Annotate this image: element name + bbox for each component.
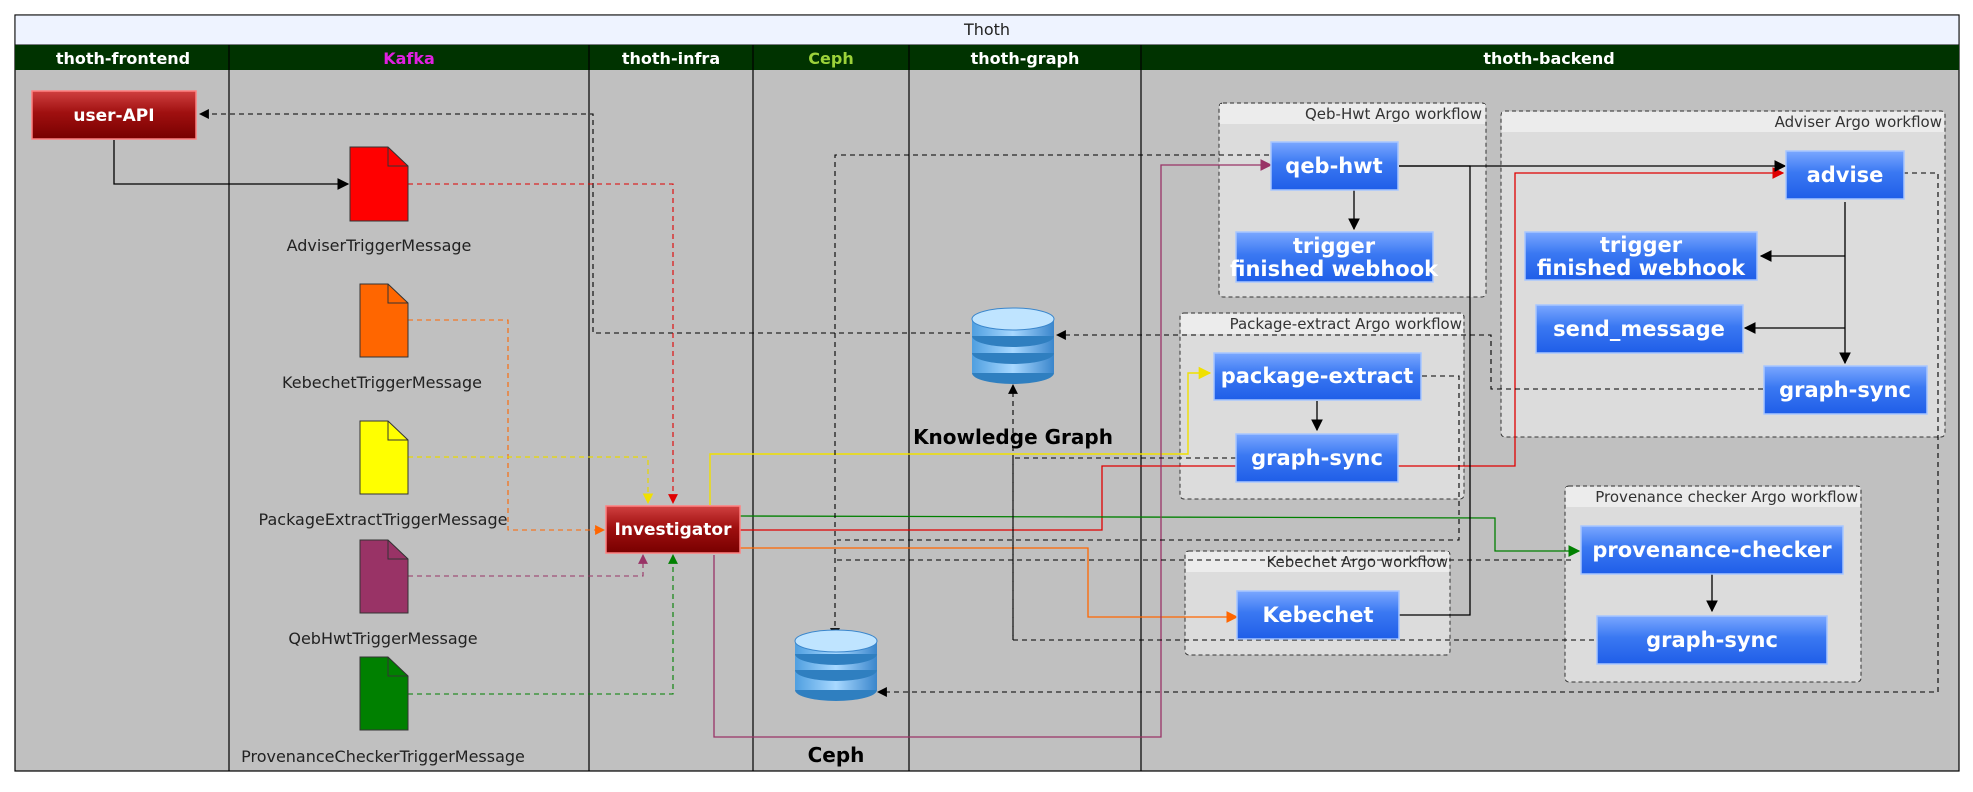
package-extract-graph-sync-label: graph-sync (1251, 446, 1383, 470)
message-label: QebHwtTriggerMessage (288, 629, 477, 648)
send-message-node[interactable]: send_message (1535, 304, 1744, 354)
advise-node[interactable]: advise (1785, 150, 1905, 200)
adviser-trigger-webhook-node[interactable]: trigger finished webhook (1524, 231, 1758, 281)
user-api-node[interactable]: user-API (31, 90, 197, 140)
qeb-hwt-node[interactable]: qeb-hwt (1270, 141, 1399, 191)
group-title-kebechet: Kebechet Argo workflow (1266, 553, 1448, 571)
lane-title-ceph: Ceph (808, 49, 853, 68)
knowledge-graph-label: Knowledge Graph (913, 425, 1113, 449)
kebechet-node[interactable]: Kebechet (1236, 590, 1400, 640)
qeb-trigger-label-2: finished webhook (1230, 257, 1439, 281)
lane-title-thoth-backend: thoth-backend (1483, 49, 1614, 68)
knowledge-graph-db-icon (971, 307, 1055, 384)
qeb-trigger-webhook-node[interactable]: trigger finished webhook (1230, 231, 1439, 283)
adviser-graph-sync-label: graph-sync (1779, 378, 1911, 402)
qeb-hwt-label: qeb-hwt (1285, 154, 1382, 178)
adviser-graph-sync-node[interactable]: graph-sync (1763, 365, 1928, 415)
ceph-db-icon (794, 629, 878, 701)
lane-title-kafka: Kafka (383, 49, 435, 68)
provenance-checker-node[interactable]: provenance-checker (1580, 525, 1844, 575)
investigator-node[interactable]: Investigator (605, 505, 741, 554)
diagram-canvas: Thoth thoth-frontend Kafka thoth-infra C… (14, 14, 1960, 772)
lane-title-thoth-infra: thoth-infra (622, 49, 720, 68)
adviser-trigger-label-2: finished webhook (1537, 256, 1746, 280)
qeb-trigger-label-1: trigger (1293, 234, 1376, 258)
message-label: PackageExtractTriggerMessage (259, 510, 508, 529)
user-api-label: user-API (73, 106, 154, 126)
package-extract-label: package-extract (1221, 364, 1414, 388)
package-extract-graph-sync-node[interactable]: graph-sync (1235, 433, 1399, 483)
kebechet-label: Kebechet (1262, 603, 1373, 627)
send-message-label: send_message (1553, 317, 1725, 341)
group-title-package-extract: Package-extract Argo workflow (1230, 315, 1462, 333)
group-title-provenance-checker: Provenance checker Argo workflow (1595, 488, 1858, 506)
provenance-checker-label: provenance-checker (1592, 538, 1832, 562)
ceph-label: Ceph (808, 743, 865, 767)
message-label: ProvenanceCheckerTriggerMessage (241, 747, 525, 766)
group-title-qeb-hwt: Qeb-Hwt Argo workflow (1305, 105, 1482, 123)
diagram-title: Thoth (963, 20, 1010, 39)
provenance-graph-sync-node[interactable]: graph-sync (1596, 615, 1828, 665)
package-extract-node[interactable]: package-extract (1213, 352, 1422, 401)
adviser-trigger-label-1: trigger (1600, 233, 1683, 257)
message-label: AdviserTriggerMessage (287, 236, 472, 255)
provenance-graph-sync-label: graph-sync (1646, 628, 1778, 652)
advise-label: advise (1807, 163, 1884, 187)
lane-title-thoth-frontend: thoth-frontend (56, 49, 190, 68)
group-title-adviser: Adviser Argo workflow (1775, 113, 1942, 131)
lane-title-thoth-graph: thoth-graph (971, 49, 1080, 68)
message-label: KebechetTriggerMessage (282, 373, 482, 392)
architecture-diagram: Thoth thoth-frontend Kafka thoth-infra C… (0, 0, 1973, 787)
investigator-label: Investigator (615, 520, 733, 540)
